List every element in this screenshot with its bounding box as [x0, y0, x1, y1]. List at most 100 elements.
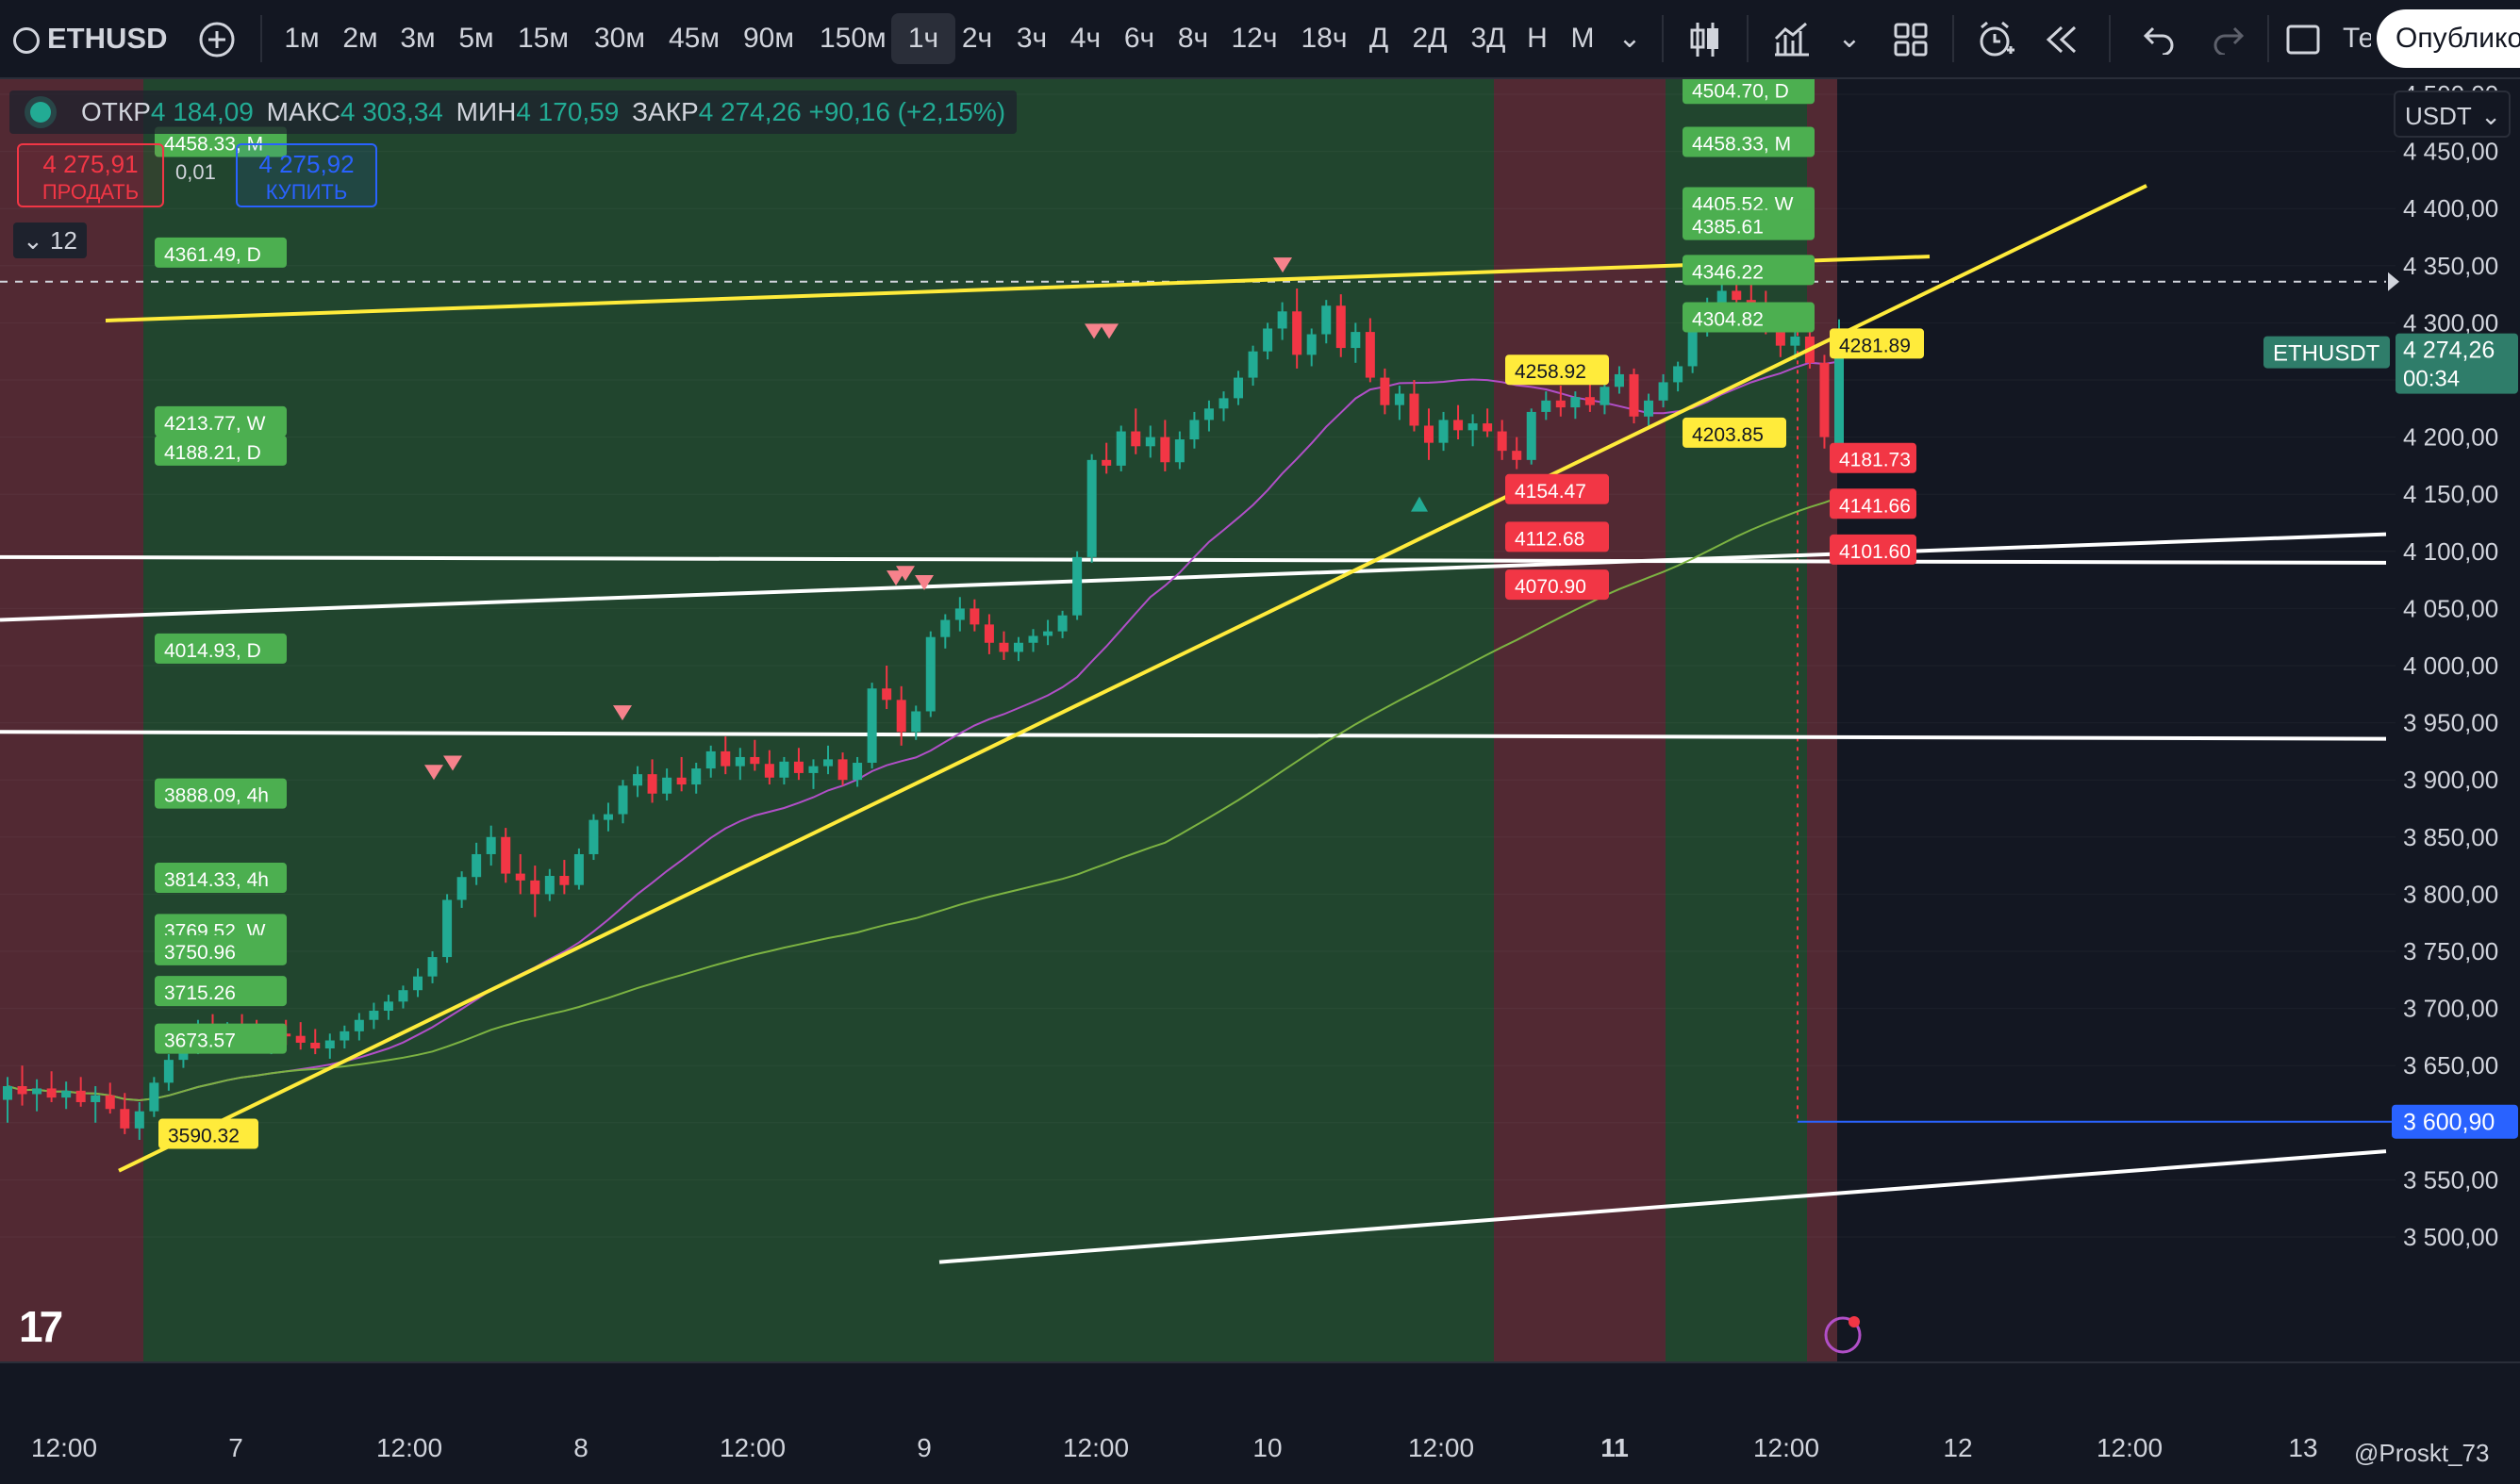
square-icon[interactable]	[2282, 13, 2324, 64]
chevron-down-icon[interactable]: ⌄	[1613, 13, 1647, 64]
candle-body	[589, 819, 599, 854]
interval-tab[interactable]: 150м	[820, 13, 887, 64]
indicators-toggle[interactable]: ⌄ 12	[13, 223, 87, 258]
level-label: 4213.77, W	[155, 405, 287, 437]
truncated-button[interactable]: Те	[2343, 13, 2371, 64]
time-tick-label: 12:00	[1752, 1433, 1820, 1462]
price-tick-label: 4 150,00	[2403, 480, 2498, 508]
buy-button[interactable]: 4 275,92 КУПИТЬ	[236, 143, 377, 207]
level-label: 4188.21, D	[155, 435, 287, 466]
candle-body	[1629, 373, 1639, 417]
price-tick-label: 3 550,00	[2403, 1165, 2498, 1194]
level-label-text: 4346.22	[1692, 261, 1764, 283]
candle-body	[134, 1111, 144, 1129]
level-label-text: 3715.26	[164, 982, 236, 1004]
candle-body	[427, 957, 438, 977]
candle-body	[75, 1090, 86, 1102]
indicators-icon[interactable]	[1769, 13, 1815, 64]
open-label: ОТКР	[81, 97, 151, 126]
lot-size[interactable]: 0,01	[175, 160, 216, 185]
currency-select[interactable]: USDT ⌄	[2394, 91, 2511, 138]
candle-body	[721, 750, 731, 767]
candle-body	[163, 1060, 174, 1083]
alarm-plus-icon[interactable]	[1975, 13, 2018, 64]
interval-tab[interactable]: 1м	[270, 13, 334, 64]
redo-icon[interactable]	[2207, 13, 2248, 64]
candle-body	[472, 853, 482, 878]
interval-tab[interactable]: 15м	[511, 13, 575, 64]
level-label: 4258.92	[1505, 355, 1609, 386]
level-label-text: 3888.09, 4h	[164, 785, 269, 807]
candle-body	[1292, 311, 1302, 355]
rewind-icon[interactable]	[2041, 13, 2082, 64]
candle-body	[1351, 332, 1361, 349]
level-label-text: 4281.89	[1839, 335, 1911, 356]
chevron-down-icon[interactable]: ⌄	[1833, 13, 1865, 64]
level-label: 4203.85	[1683, 417, 1786, 448]
candle-body	[1673, 366, 1683, 383]
toolbar-separator	[2267, 15, 2269, 62]
sell-button[interactable]: 4 275,91 ПРОДАТЬ	[17, 143, 164, 207]
interval-tab[interactable]: 3м	[386, 13, 450, 64]
search-icon	[13, 26, 40, 54]
symbol-search[interactable]: ETHUSD	[13, 13, 167, 64]
grid-layout-icon[interactable]	[1890, 13, 1931, 64]
buy-label: КУПИТЬ	[265, 180, 348, 204]
candle-body	[1541, 400, 1551, 412]
level-label-text: 4504.70, D	[1692, 80, 1789, 102]
candle-body	[1321, 305, 1332, 335]
time-axis[interactable]	[0, 1361, 2520, 1484]
interval-tab[interactable]: 45м	[662, 13, 726, 64]
candle-body	[1102, 459, 1112, 466]
interval-tab[interactable]: 90м	[737, 13, 801, 64]
level-label: 4070.90	[1505, 569, 1609, 601]
candle-body	[676, 777, 687, 785]
candle-body	[793, 761, 804, 773]
candle-body	[925, 636, 936, 712]
candle-body	[1438, 420, 1449, 443]
interval-tab[interactable]: 8ч	[1161, 13, 1225, 64]
candle-body	[1512, 451, 1522, 460]
level-label-text: 4181.73	[1839, 450, 1911, 471]
candle-body	[1174, 439, 1185, 463]
candle-body	[662, 777, 672, 794]
candle-body	[1819, 362, 1830, 437]
candle-body	[853, 763, 863, 781]
candle-body	[1277, 311, 1287, 329]
candle-body	[1203, 408, 1214, 420]
high-value: 4 303,34	[340, 97, 443, 126]
currency-value: USDT	[2405, 102, 2472, 130]
interval-tab[interactable]: 5м	[444, 13, 508, 64]
close-label: ЗАКР	[632, 97, 699, 126]
candle-body	[1570, 397, 1581, 408]
candle-body	[633, 774, 643, 786]
candle-body	[1394, 393, 1404, 405]
interval-tab[interactable]: 12ч	[1222, 13, 1286, 64]
time-tick-label: 12:00	[30, 1433, 98, 1462]
plus-circle-icon[interactable]	[194, 13, 240, 64]
time-tick-label: 10	[1252, 1433, 1283, 1462]
price-tick-label: 3 500,00	[2403, 1223, 2498, 1251]
interval-tab[interactable]: 30м	[588, 13, 652, 64]
candle-body	[1248, 351, 1258, 378]
candle-body	[501, 836, 511, 874]
publish-button[interactable]: Опубликовать	[2377, 9, 2520, 68]
interval-tab[interactable]: 2Д	[1398, 13, 1462, 64]
candle-body	[1483, 423, 1493, 432]
candle-body	[573, 853, 584, 885]
candle-body	[559, 876, 570, 885]
level-label: 4014.93, D	[155, 633, 287, 664]
price-chart[interactable]: 4458.33, M 4361.49, D 4213.77, W 4188.21, D…	[0, 79, 2520, 1361]
candle-body	[984, 624, 994, 643]
candle-body	[1043, 631, 1053, 636]
toolbar-separator	[260, 15, 262, 62]
candles-icon[interactable]	[1684, 13, 1726, 64]
candle-body	[354, 1019, 364, 1031]
interval-tab[interactable]: М	[1550, 13, 1615, 64]
candle-body	[603, 814, 613, 820]
undo-icon[interactable]	[2139, 13, 2180, 64]
candle-body	[1057, 615, 1068, 632]
candle-body	[1497, 431, 1507, 452]
candle-body	[530, 880, 540, 895]
interval-tab[interactable]: 2м	[328, 13, 392, 64]
